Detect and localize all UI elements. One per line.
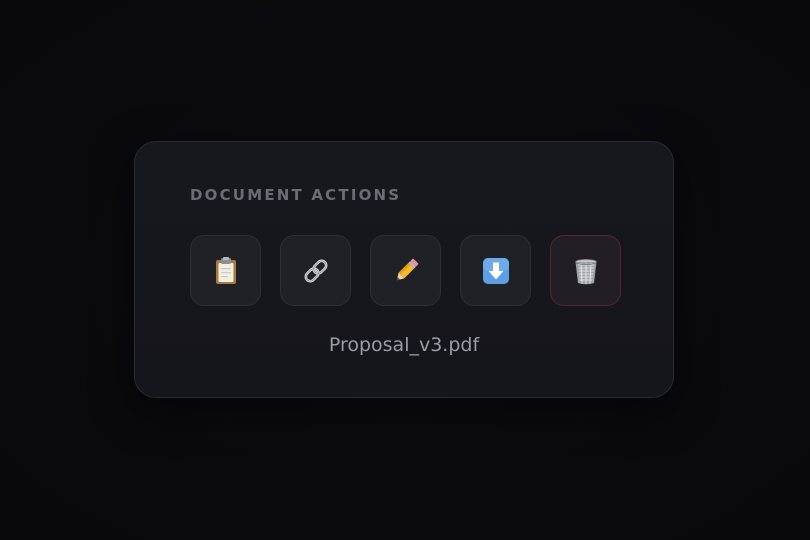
download-icon [482, 257, 509, 284]
action-toolbar [190, 235, 621, 306]
copy-button[interactable] [190, 235, 261, 306]
document-actions-panel: DOCUMENT ACTIONS Proposal_v3.pdf [134, 141, 674, 398]
document-filename: Proposal_v3.pdf [328, 334, 480, 356]
copy-link-button[interactable] [280, 235, 351, 306]
panel-title: DOCUMENT ACTIONS [190, 186, 402, 204]
page-background: DOCUMENT ACTIONS Proposal_v3.pdf [0, 0, 810, 540]
pencil-icon [396, 258, 418, 280]
trash-icon [574, 258, 597, 284]
edit-button[interactable] [370, 235, 441, 306]
download-button[interactable] [460, 235, 531, 306]
clipboard-icon [215, 256, 236, 284]
link-icon [304, 259, 327, 282]
delete-button[interactable] [550, 235, 621, 306]
